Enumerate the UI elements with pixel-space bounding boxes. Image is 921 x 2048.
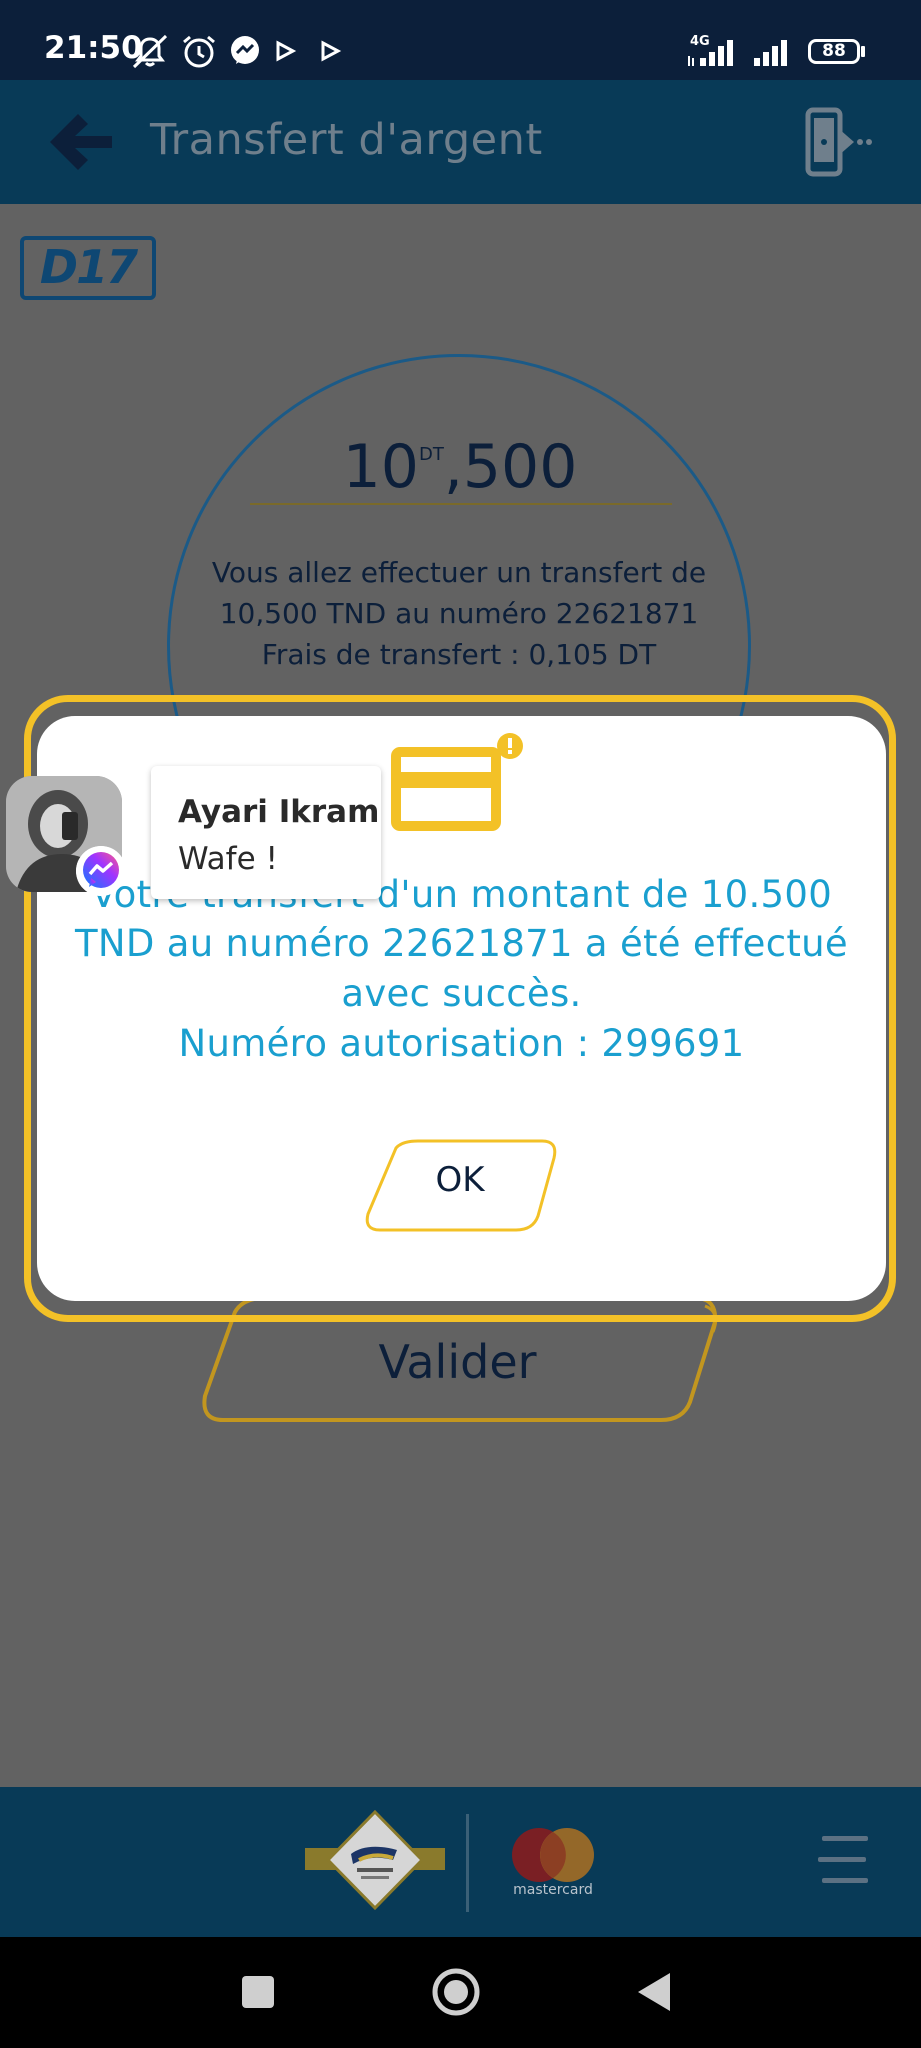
amount-display: 10DT,500 (300, 432, 620, 502)
mute-icon (132, 34, 168, 69)
d17-logo-text: D17 (39, 240, 138, 294)
recents-icon[interactable] (240, 1974, 276, 2010)
back-arrow-icon[interactable] (48, 112, 114, 172)
chat-sender-name: Ayari Ikram (178, 794, 380, 830)
mastercard-text: mastercard (513, 1882, 593, 1898)
footer-divider (466, 1814, 469, 1912)
chat-bubble[interactable] (151, 766, 381, 899)
la-poste-logo (305, 1810, 445, 1911)
footer-bar (0, 1787, 921, 1937)
messenger-badge-icon (76, 846, 126, 896)
hamburger-menu-icon[interactable] (816, 1832, 870, 1888)
transfer-info-line: 10,500 TND au numéro 22621871 (219, 597, 699, 630)
ok-button-label: OK (435, 1160, 485, 1200)
chat-message-preview: Wafe ! (178, 841, 278, 877)
valider-button-label: Valider (378, 1335, 537, 1389)
signal-icon (688, 40, 733, 66)
phone-transfer-icon[interactable] (804, 106, 874, 178)
back-nav-icon[interactable] (634, 1971, 674, 2013)
dialog-message-line: avec succès. (341, 972, 582, 1015)
battery-icon: 88 (808, 39, 860, 64)
amount-underline (250, 503, 672, 505)
transfer-fee-line: Frais de transfert : 0,105 DT (261, 638, 657, 671)
dialog-message-line: TND au numéro 22621871 a été effectué (75, 922, 848, 965)
play-icon (276, 40, 297, 62)
battery-level: 88 (822, 41, 846, 61)
transfer-info-line: Vous allez effectuer un transfert de (211, 556, 707, 589)
messenger-icon (231, 36, 259, 64)
page-title: Transfert d'argent (150, 115, 543, 165)
credit-card-icon (391, 733, 523, 831)
battery-tip (861, 46, 865, 57)
amount-integer: 10 (342, 432, 419, 502)
authorization-number: Numéro autorisation : 299691 (178, 1022, 745, 1065)
signal-icon (754, 40, 787, 66)
home-icon[interactable] (431, 1967, 481, 2017)
currency-label: DT (418, 444, 444, 465)
status-time: 21:50 (44, 30, 143, 66)
alarm-icon (183, 35, 215, 68)
play-icon (321, 40, 342, 62)
mastercard-logo (512, 1828, 594, 1882)
amount-decimal: ,500 (443, 432, 578, 502)
